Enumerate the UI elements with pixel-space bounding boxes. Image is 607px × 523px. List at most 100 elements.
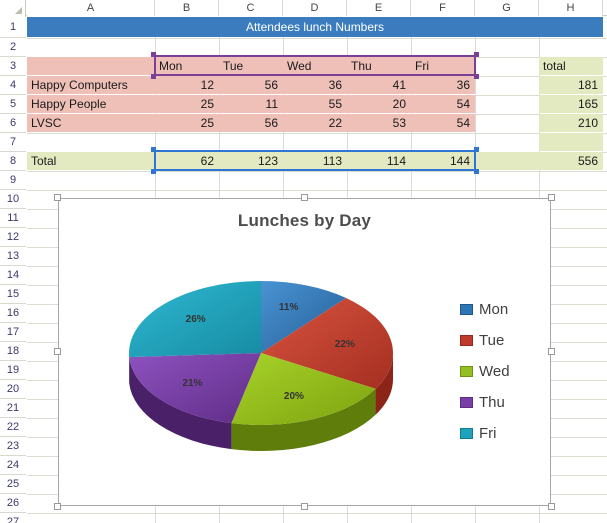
cell-f8-total[interactable]: 144 (411, 152, 475, 170)
row-header-20[interactable]: 20 (0, 380, 26, 399)
cell-e4-value[interactable]: 41 (347, 76, 411, 94)
selection-b3-f3-handle[interactable] (474, 74, 479, 79)
legend-item-tue[interactable]: Tue (460, 325, 540, 356)
row-header-15[interactable]: 15 (0, 285, 26, 304)
chart-resize-handle[interactable] (548, 194, 555, 201)
row-header-2[interactable]: 2 (0, 38, 26, 57)
row-header-12[interactable]: 12 (0, 228, 26, 247)
row-header-25[interactable]: 25 (0, 475, 26, 494)
chart-legend[interactable]: Mon Tue Wed Thu Fri (460, 294, 540, 449)
selection-b3-f3-handle[interactable] (474, 52, 479, 57)
cell-c3-day-header[interactable]: Tue (219, 57, 283, 75)
cell-e3-day-header[interactable]: Thu (347, 57, 411, 75)
row-header-17[interactable]: 17 (0, 323, 26, 342)
legend-item-thu[interactable]: Thu (460, 387, 540, 418)
select-all-corner[interactable] (0, 0, 26, 16)
selection-b8-f8-handle[interactable] (151, 147, 156, 152)
row-header-10[interactable]: 10 (0, 190, 26, 209)
column-header-row[interactable]: ABCDEFGH (0, 0, 607, 16)
row-header-11[interactable]: 11 (0, 209, 26, 228)
cell-b4-value[interactable]: 12 (155, 76, 219, 94)
row-header-14[interactable]: 14 (0, 266, 26, 285)
cell-a8-total-label[interactable]: Total (27, 152, 155, 170)
row-header-24[interactable]: 24 (0, 456, 26, 475)
column-header-c[interactable]: C (219, 0, 283, 16)
cell-a4-org-name[interactable]: Happy Computers (27, 76, 155, 94)
cell-c4-value[interactable]: 56 (219, 76, 283, 94)
cell-a6-org-name[interactable]: LVSC (27, 114, 155, 132)
row-header-3[interactable]: 3 (0, 57, 26, 76)
chart-resize-handle[interactable] (300, 194, 308, 201)
cell-d6-value[interactable]: 22 (283, 114, 347, 132)
column-header-e[interactable]: E (347, 0, 411, 16)
row-header-23[interactable]: 23 (0, 437, 26, 456)
row-header-19[interactable]: 19 (0, 361, 26, 380)
row-header-6[interactable]: 6 (0, 114, 26, 133)
cell-h5-row-total[interactable]: 165 (539, 95, 603, 113)
row-header-13[interactable]: 13 (0, 247, 26, 266)
cell-b3-day-header[interactable]: Mon (155, 57, 219, 75)
column-header-f[interactable]: F (411, 0, 475, 16)
cell-e6-value[interactable]: 53 (347, 114, 411, 132)
row-header-27[interactable]: 27 (0, 513, 26, 523)
selection-b3-f3-handle[interactable] (151, 52, 156, 57)
column-header-d[interactable]: D (283, 0, 347, 16)
cell-f5-value[interactable]: 54 (411, 95, 475, 113)
chart-resize-handle[interactable] (54, 194, 61, 201)
column-header-g[interactable]: G (475, 0, 539, 16)
cell-h7-empty[interactable] (539, 133, 603, 151)
column-header-h[interactable]: H (539, 0, 603, 16)
cell-d5-value[interactable]: 55 (283, 95, 347, 113)
legend-item-wed[interactable]: Wed (460, 356, 540, 387)
selection-b8-f8-handle[interactable] (151, 169, 156, 174)
legend-item-mon[interactable]: Mon (460, 294, 540, 325)
chart-resize-handle[interactable] (548, 503, 555, 510)
row-header-16[interactable]: 16 (0, 304, 26, 323)
cell-g8-empty[interactable] (475, 152, 539, 170)
cell-h4-row-total[interactable]: 181 (539, 76, 603, 94)
chart-resize-handle[interactable] (54, 348, 61, 355)
cell-c6-value[interactable]: 56 (219, 114, 283, 132)
chart-object[interactable]: Lunches by Day 11% 22% 20% 21% 26% Mon T… (58, 198, 551, 506)
chart-resize-handle[interactable] (54, 503, 61, 510)
cell-b6-value[interactable]: 25 (155, 114, 219, 132)
column-header-b[interactable]: B (155, 0, 219, 16)
cell-h3-total-header[interactable]: total (539, 57, 603, 75)
cell-d8-total[interactable]: 113 (283, 152, 347, 170)
cell-c8-total[interactable]: 123 (219, 152, 283, 170)
cell-e8-total[interactable]: 114 (347, 152, 411, 170)
row-header-4[interactable]: 4 (0, 76, 26, 95)
cell-h8-grand-total[interactable]: 556 (539, 152, 603, 170)
cell-b8-total[interactable]: 62 (155, 152, 219, 170)
cell-a3-empty[interactable] (27, 57, 155, 75)
row-header-21[interactable]: 21 (0, 399, 26, 418)
row-header-7[interactable]: 7 (0, 133, 26, 152)
chart-resize-handle[interactable] (300, 503, 308, 510)
row-header-column[interactable]: 1 2 3 4 5 6 7 8 9 10 11 12 13 14 15 16 17 18 19 20 21 22 23 24 2… (0, 16, 26, 523)
cell-a5-org-name[interactable]: Happy People (27, 95, 155, 113)
title-cell-merged[interactable]: Attendees lunch Numbers (27, 17, 603, 37)
cell-f4-value[interactable]: 36 (411, 76, 475, 94)
cell-b5-value[interactable]: 25 (155, 95, 219, 113)
row-header-8[interactable]: 8 (0, 152, 26, 171)
column-header-a[interactable]: A (27, 0, 155, 16)
row-header-18[interactable]: 18 (0, 342, 26, 361)
cell-c5-value[interactable]: 11 (219, 95, 283, 113)
row-header-1[interactable]: 1 (0, 17, 26, 38)
cell-e5-value[interactable]: 20 (347, 95, 411, 113)
row-header-26[interactable]: 26 (0, 494, 26, 513)
selection-b3-f3-handle[interactable] (151, 74, 156, 79)
cell-h6-row-total[interactable]: 210 (539, 114, 603, 132)
cell-f6-value[interactable]: 54 (411, 114, 475, 132)
selection-b8-f8-handle[interactable] (474, 147, 479, 152)
chart-resize-handle[interactable] (548, 348, 555, 355)
cell-f3-day-header[interactable]: Fri (411, 57, 475, 75)
row-header-5[interactable]: 5 (0, 95, 26, 114)
legend-item-fri[interactable]: Fri (460, 418, 540, 449)
cell-d4-value[interactable]: 36 (283, 76, 347, 94)
row-header-9[interactable]: 9 (0, 171, 26, 190)
cell-d3-day-header[interactable]: Wed (283, 57, 347, 75)
row-header-22[interactable]: 22 (0, 418, 26, 437)
pie-chart[interactable]: 11% 22% 20% 21% 26% (111, 261, 411, 456)
selection-b8-f8-handle[interactable] (474, 169, 479, 174)
